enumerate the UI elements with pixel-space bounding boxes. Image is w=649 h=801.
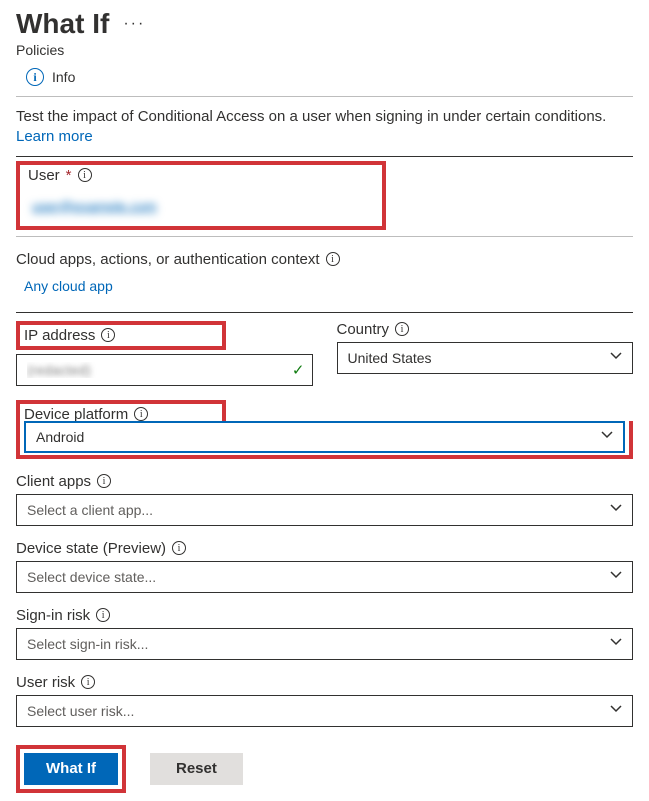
signin-risk-select[interactable]: Select sign-in risk... bbox=[16, 628, 633, 660]
reset-button[interactable]: Reset bbox=[150, 753, 243, 785]
user-value-link[interactable]: user@example.com bbox=[28, 190, 161, 226]
info-icon[interactable]: i bbox=[97, 474, 111, 488]
info-icon[interactable]: i bbox=[96, 608, 110, 622]
ip-input[interactable] bbox=[16, 354, 313, 386]
divider bbox=[16, 96, 633, 97]
country-select[interactable]: United States bbox=[337, 342, 634, 374]
info-icon[interactable]: i bbox=[101, 328, 115, 342]
chevron-down-icon bbox=[610, 636, 622, 651]
client-apps-label: Client apps bbox=[16, 473, 91, 490]
chevron-down-icon bbox=[610, 502, 622, 517]
info-icon: i bbox=[26, 68, 44, 86]
info-icon[interactable]: i bbox=[134, 407, 148, 421]
chevron-down-icon bbox=[601, 429, 613, 444]
device-state-label: Device state (Preview) bbox=[16, 540, 166, 557]
learn-more-link[interactable]: Learn more bbox=[16, 128, 93, 145]
user-risk-label: User risk bbox=[16, 674, 75, 691]
ip-label: IP address bbox=[24, 327, 95, 344]
info-icon[interactable]: i bbox=[78, 168, 92, 182]
required-asterisk: * bbox=[66, 167, 72, 184]
highlight-whatif-button: What If bbox=[16, 745, 126, 793]
chevron-down-icon bbox=[610, 703, 622, 718]
country-label: Country bbox=[337, 321, 390, 338]
signin-risk-label: Sign-in risk bbox=[16, 607, 90, 624]
info-icon[interactable]: i bbox=[395, 322, 409, 336]
user-label: User bbox=[28, 167, 60, 184]
divider bbox=[16, 156, 633, 157]
info-icon[interactable]: i bbox=[81, 675, 95, 689]
divider bbox=[16, 312, 633, 313]
highlight-user: User * i user@example.com bbox=[16, 161, 386, 230]
highlight-ip: IP address i bbox=[16, 321, 226, 350]
breadcrumb-policies: Policies bbox=[16, 42, 633, 58]
info-icon[interactable]: i bbox=[326, 252, 340, 266]
highlight-device-platform: Device platform i bbox=[16, 400, 226, 423]
cloud-apps-label: Cloud apps, actions, or authentication c… bbox=[16, 251, 320, 268]
device-state-select[interactable]: Select device state... bbox=[16, 561, 633, 593]
info-icon[interactable]: i bbox=[172, 541, 186, 555]
any-cloud-app-link[interactable]: Any cloud app bbox=[16, 274, 121, 304]
user-risk-select[interactable]: Select user risk... bbox=[16, 695, 633, 727]
description-text: Test the impact of Conditional Access on… bbox=[16, 107, 633, 148]
highlight-device-platform-input: Android bbox=[16, 421, 633, 459]
more-menu-icon[interactable]: ··· bbox=[123, 15, 145, 33]
chevron-down-icon bbox=[610, 569, 622, 584]
client-apps-select[interactable]: Select a client app... bbox=[16, 494, 633, 526]
what-if-button[interactable]: What If bbox=[24, 753, 118, 785]
chevron-down-icon bbox=[610, 350, 622, 365]
info-label: Info bbox=[52, 69, 75, 85]
divider bbox=[16, 236, 633, 237]
device-platform-select[interactable]: Android bbox=[24, 421, 625, 453]
page-title: What If bbox=[16, 8, 109, 40]
info-button[interactable]: i Info bbox=[16, 64, 633, 94]
